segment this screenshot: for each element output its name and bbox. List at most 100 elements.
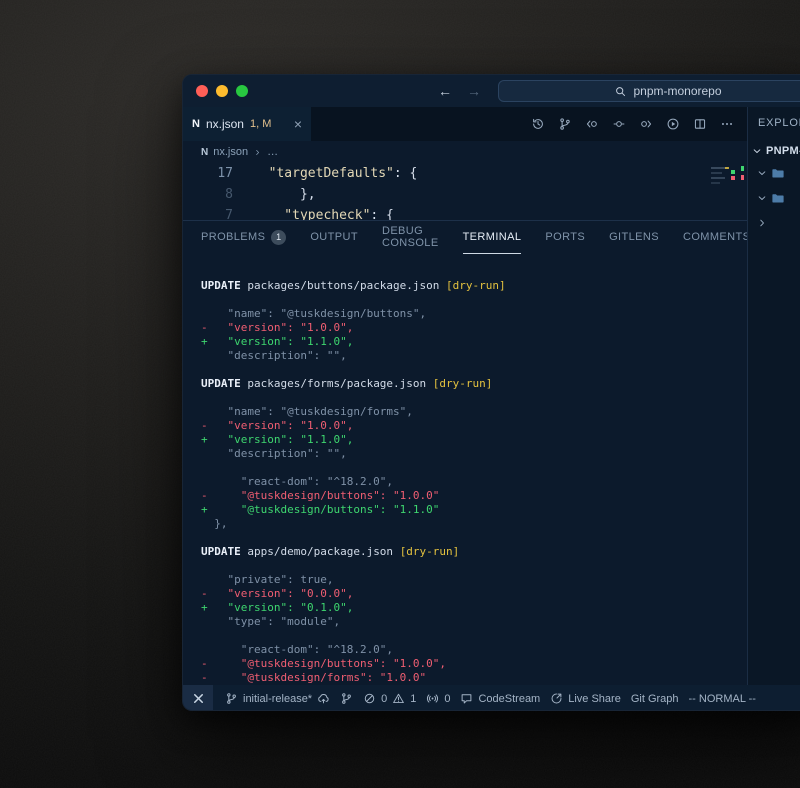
nav-forward-circle-icon[interactable]	[639, 117, 653, 131]
broadcast-status[interactable]: 0	[426, 692, 450, 705]
terminal-line: "description": "",	[201, 447, 747, 461]
breadcrumb-more[interactable]: …	[267, 146, 278, 158]
editor-actions-toolbar	[531, 107, 734, 141]
panel-tab-label: COMMENTS	[683, 231, 750, 243]
panel-tab-label: DEBUG CONSOLE	[382, 225, 439, 249]
zoom-button[interactable]	[236, 85, 248, 97]
minimap[interactable]	[711, 165, 739, 217]
editor-line: 17 "targetDefaults": {	[183, 163, 747, 184]
liveshare-icon	[550, 692, 563, 705]
explorer-title: EXPLORER	[748, 117, 800, 130]
terminal-line: - "version": "1.0.0",	[201, 321, 747, 335]
status-label: 0	[381, 693, 387, 705]
breadcrumb-file[interactable]: nx.json	[213, 146, 248, 158]
tab-modified-badge: 1, M	[250, 118, 271, 130]
explorer-folder-row[interactable]	[748, 160, 800, 185]
terminal-line: - "version": "0.0.0",	[201, 587, 747, 601]
git-branch-status[interactable]: initial-release*	[225, 692, 330, 705]
navigate-back-button[interactable]: ←	[438, 83, 452, 99]
explorer-folder-row[interactable]	[748, 185, 800, 210]
panel-tab-ports[interactable]: PORTS	[545, 221, 585, 254]
x-remote-icon	[192, 692, 205, 705]
panel-tab-comments[interactable]: COMMENTS	[683, 221, 750, 254]
folder-icon	[771, 166, 785, 180]
remote-indicator[interactable]	[183, 685, 213, 711]
explorer-tree	[748, 160, 800, 235]
terminal-output[interactable]: UPDATE packages/buttons/package.json [dr…	[183, 254, 747, 685]
folder-icon	[771, 191, 785, 205]
minimize-button[interactable]	[216, 85, 228, 97]
explorer-folder-row[interactable]	[748, 210, 800, 235]
status-label: CodeStream	[478, 693, 540, 705]
live-share[interactable]: Live Share	[550, 692, 621, 705]
more-actions-icon[interactable]	[720, 117, 734, 131]
terminal-line: "react-dom": "^18.2.0",	[201, 475, 747, 489]
close-button[interactable]	[196, 85, 208, 97]
search-icon	[614, 85, 627, 98]
status-label: Live Share	[568, 693, 621, 705]
terminal-line: + "@tuskdesign/buttons": "1.1.0"	[201, 503, 747, 517]
vim-mode[interactable]: -- NORMAL --	[689, 693, 756, 705]
terminal-line: UPDATE apps/demo/package.json [dry-run]	[201, 545, 747, 559]
terminal-line	[201, 559, 747, 573]
terminal-line: "description": "",	[201, 349, 747, 363]
problems-status[interactable]: 01	[363, 692, 416, 705]
bottom-panel: PROBLEMS1 OUTPUT DEBUG CONSOLE TERMINAL PORT…	[183, 220, 747, 685]
warning-tri-icon	[392, 692, 405, 705]
navigate-forward-button[interactable]: →	[467, 83, 481, 99]
code-text: },	[253, 184, 316, 205]
tab-label: nx.json	[206, 117, 244, 131]
panel-tab-terminal[interactable]: TERMINAL	[463, 221, 522, 254]
status-label: -- NORMAL --	[689, 693, 756, 705]
chevron-down-icon	[751, 145, 763, 157]
explorer-root-folder[interactable]: PNPM-MONOREPO	[748, 142, 800, 160]
close-tab-icon[interactable]: ×	[294, 117, 302, 131]
code-editor[interactable]: 17 "targetDefaults": {8 },7 "typecheck":…	[183, 163, 747, 220]
split-editor-icon[interactable]	[693, 117, 707, 131]
panel-tab-label: OUTPUT	[310, 231, 358, 243]
panel-tab-gitlens[interactable]: GITLENS	[609, 221, 659, 254]
git-compare[interactable]	[340, 692, 353, 705]
explorer-sidebar: EXPLORER PNPM-MONOREPO	[747, 107, 800, 685]
line-number: 17	[183, 163, 233, 184]
git-graph[interactable]: Git Graph	[631, 693, 679, 705]
git-branch-icon	[225, 692, 238, 705]
panel-tab-label: GITLENS	[609, 231, 659, 243]
nx-icon: N	[201, 147, 208, 158]
tab-bar: N nx.json 1, M ×	[183, 107, 747, 141]
terminal-line: + "version": "1.1.0",	[201, 335, 747, 349]
status-label: Git Graph	[631, 693, 679, 705]
chevron-down-icon	[756, 167, 768, 179]
panel-tab-output[interactable]: OUTPUT	[310, 221, 358, 254]
status-label: 0	[444, 693, 450, 705]
titlebar: ← → pnpm-monorepo	[183, 75, 800, 107]
terminal-line: + "version": "0.1.0",	[201, 601, 747, 615]
breadcrumb[interactable]: N nx.json …	[183, 141, 747, 163]
vscode-window: ← → pnpm-monorepo N nx.json 1, M × N nx.…	[182, 74, 800, 711]
terminal-line	[201, 293, 747, 307]
explorer-root-label: PNPM-MONOREPO	[766, 145, 800, 157]
terminal-line: },	[201, 517, 747, 531]
terminal-line: - "@tuskdesign/buttons": "1.0.0"	[201, 489, 747, 503]
overview-ruler	[741, 163, 745, 220]
error-circ-icon	[363, 692, 376, 705]
terminal-line: "react-dom": "^18.2.0",	[201, 643, 747, 657]
nav-back-circle-icon[interactable]	[585, 117, 599, 131]
panel-tab-bar: PROBLEMS1 OUTPUT DEBUG CONSOLE TERMINAL PORT…	[183, 221, 747, 254]
command-center-search[interactable]: pnpm-monorepo	[498, 80, 800, 102]
terminal-line: "name": "@tuskdesign/forms",	[201, 405, 747, 419]
terminal-line	[201, 531, 747, 545]
tab-nx-json[interactable]: N nx.json 1, M ×	[183, 107, 311, 141]
source-control-request-icon[interactable]	[558, 117, 572, 131]
panel-tab-debug-console[interactable]: DEBUG CONSOLE	[382, 221, 439, 254]
git-branch-icon	[340, 692, 353, 705]
codestream[interactable]: CodeStream	[460, 692, 540, 705]
run-file-icon[interactable]	[666, 117, 680, 131]
terminal-line: - "@tuskdesign/buttons": "1.0.0",	[201, 657, 747, 671]
panel-tab-problems[interactable]: PROBLEMS1	[201, 221, 286, 254]
nx-icon: N	[192, 118, 200, 130]
terminal-line: "name": "@tuskdesign/buttons",	[201, 307, 747, 321]
timeline-history-icon[interactable]	[531, 117, 545, 131]
record-circle-icon[interactable]	[612, 117, 626, 131]
code-text: "targetDefaults": {	[253, 163, 417, 184]
